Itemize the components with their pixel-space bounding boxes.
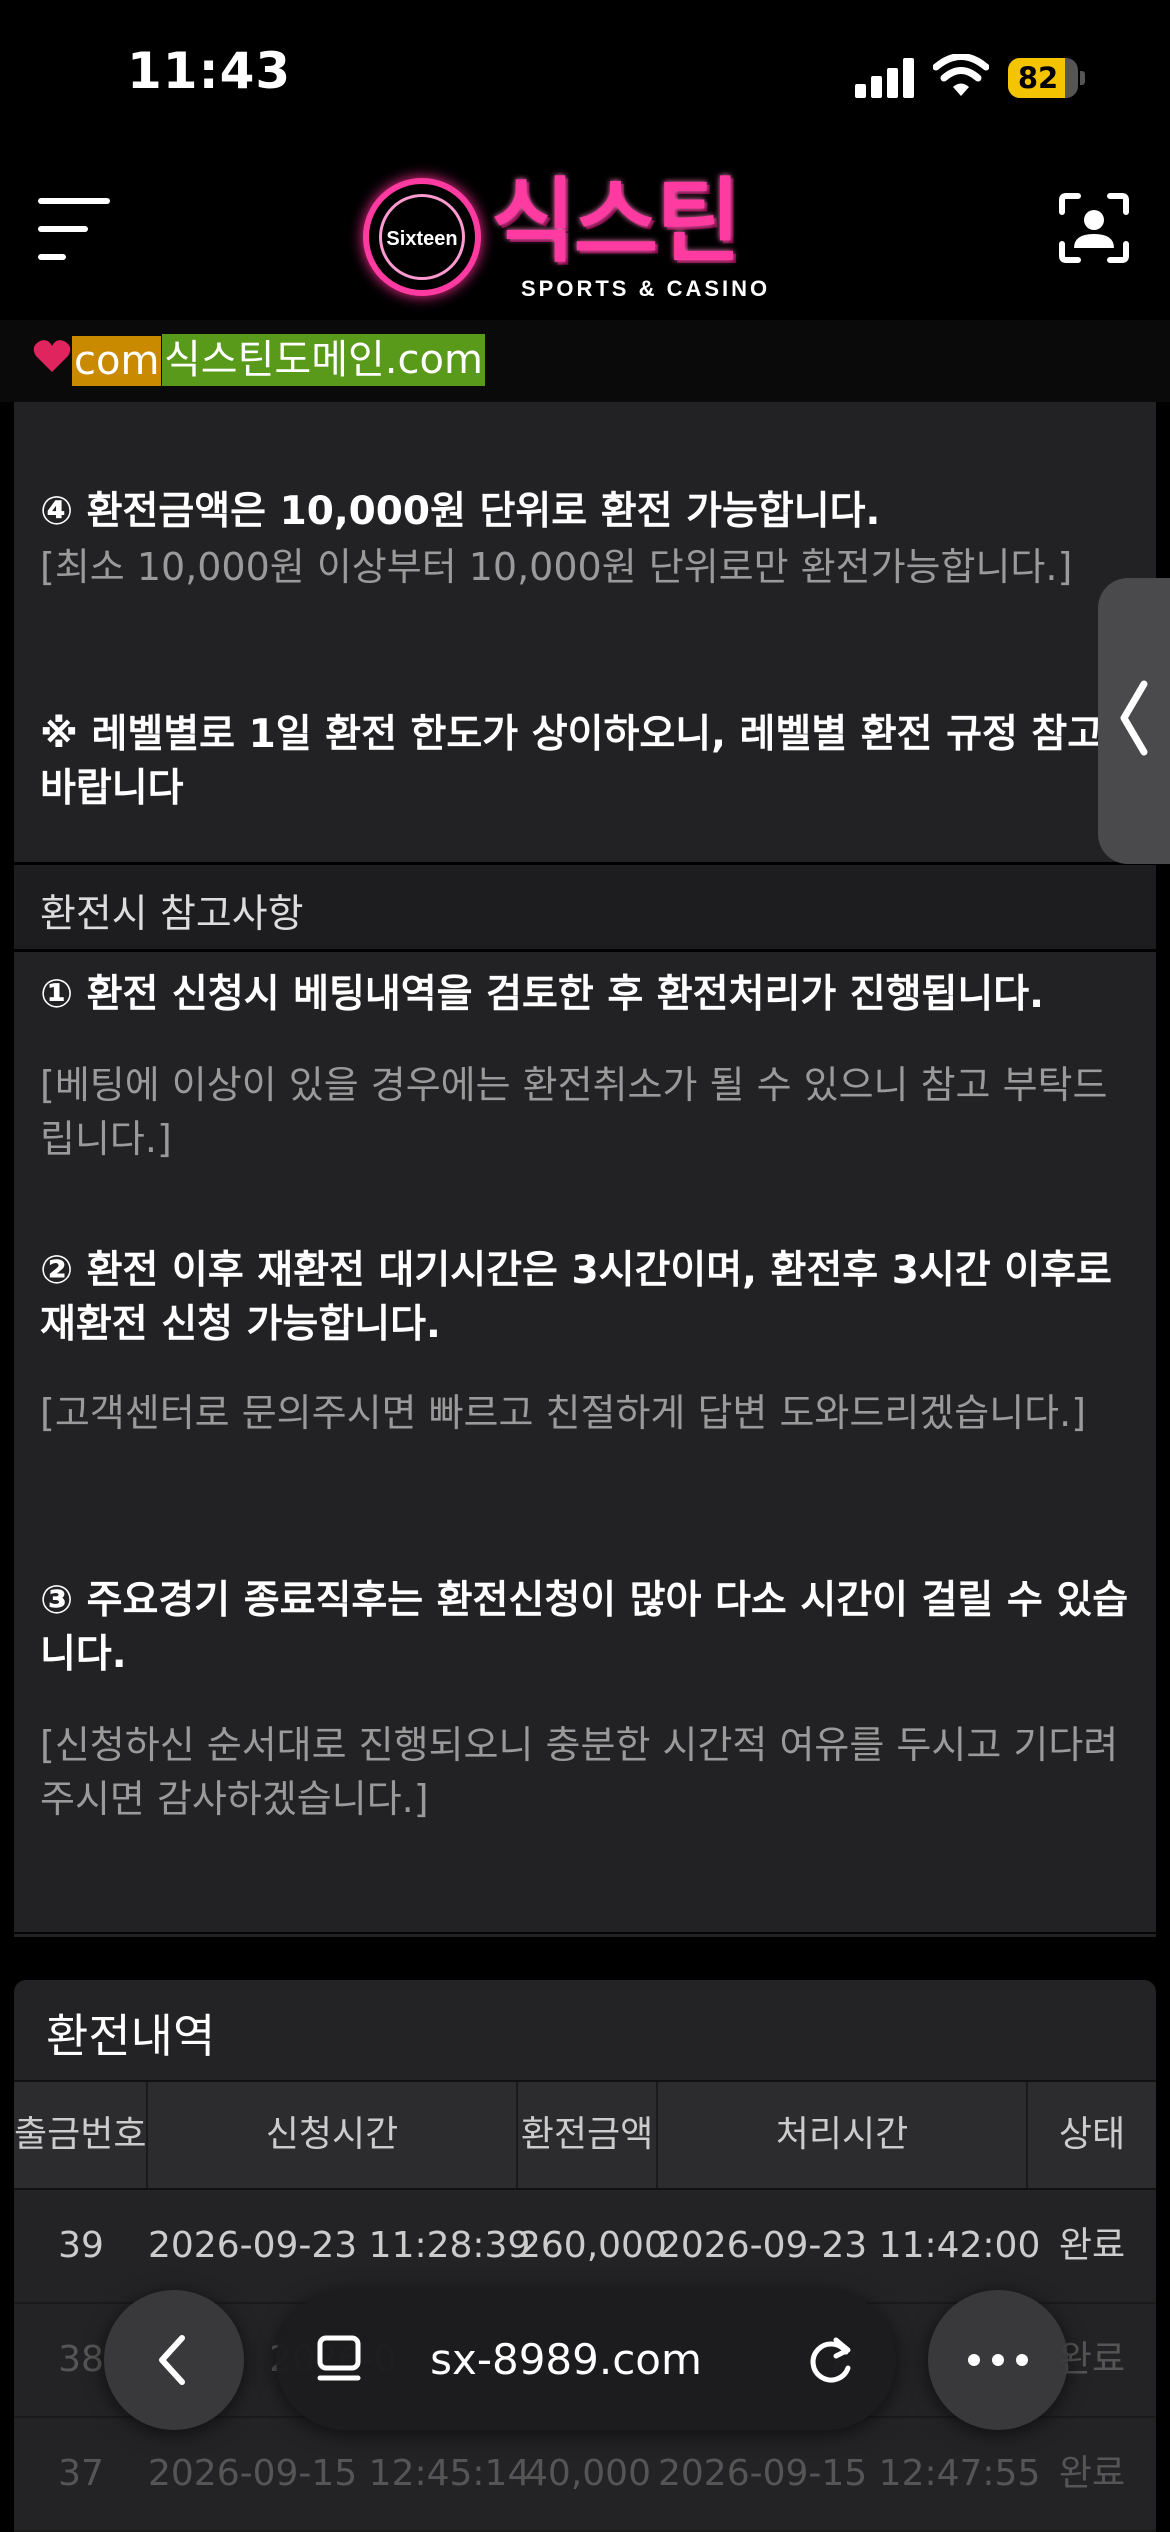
column-header: 신청시간	[148, 2082, 518, 2188]
note-item-2: ② 환전 이후 재환전 대기시간은 3시간이며, 환전후 3시간 이후로 재환전…	[40, 1248, 1112, 1347]
cell-processed: 2026-09-15 12:47:55	[658, 2453, 1041, 2494]
column-header: 처리시간	[658, 2082, 1028, 2188]
reload-icon[interactable]	[806, 2332, 858, 2388]
column-header: 출금번호	[14, 2082, 148, 2188]
tabs-icon[interactable]	[316, 2334, 362, 2386]
status-bar: 11:43 82	[0, 0, 1170, 150]
side-drawer-tab[interactable]	[1098, 578, 1170, 864]
cellular-signal-icon	[855, 58, 915, 98]
column-header: 상태	[1058, 2114, 1126, 2155]
rule-4-text: ④ 환전금액은 10,000원 단위로 환전 가능합니다.	[40, 489, 881, 534]
withdrawal-history: 환전내역 출금번호 신청시간 환전금액 처리시간 상태 39 2026-09-2…	[14, 1980, 1156, 2532]
site-header: Sixteen 식스틴 SPORTS & CASINO	[0, 150, 1170, 320]
table-header: 출금번호 신청시간 환전금액 처리시간 상태	[14, 2080, 1156, 2190]
column-header: 환전금액	[518, 2082, 658, 2188]
address-bar[interactable]: sx-8989.com	[276, 2290, 896, 2430]
cell-amount: 40,000	[525, 2453, 651, 2494]
note-item-2-detail: [고객센터로 문의주시면 빠르고 친절하게 답변 도와드리겠습니다.]	[40, 1391, 1087, 1435]
cell-requested: 2026-09-15 12:45:14	[148, 2453, 531, 2494]
com-tag[interactable]: com	[72, 336, 162, 386]
rule-4-note: [최소 10,000원 이상부터 10,000원 단위로만 환전가능합니다.]	[40, 545, 1073, 589]
more-icon	[968, 2354, 1028, 2366]
back-button[interactable]	[104, 2290, 244, 2430]
section-title: 환전시 참고사항	[40, 892, 304, 937]
level-limit-notice: ※ 레벨별로 1일 환전 한도가 상이하오니, 레벨별 환전 규정 참고바랍니다	[40, 712, 1104, 811]
logo-subtitle: SPORTS & CASINO	[521, 276, 771, 301]
cell-requested: 2026-09-23 11:28:39	[148, 2225, 531, 2266]
withdrawal-info-panel: ④ 환전금액은 10,000원 단위로 환전 가능합니다. [최소 10,000…	[14, 402, 1156, 1937]
section-header: 환전시 참고사항	[14, 862, 1156, 952]
more-button[interactable]	[928, 2290, 1068, 2430]
battery-level: 82	[1017, 61, 1059, 95]
domain-link[interactable]: 식스틴도메인.com	[162, 334, 485, 386]
hamburger-icon[interactable]	[38, 198, 114, 264]
note-item-1-detail: [베팅에 이상이 있을 경우에는 환전취소가 될 수 있으니 참고 부탁드립니다…	[40, 1063, 1108, 1161]
chevron-left-icon	[1120, 680, 1148, 756]
note-item-1: ① 환전 신청시 베팅내역을 검토한 후 환전처리가 진행됩니다.	[40, 972, 1045, 1017]
chevron-left-icon	[159, 2335, 185, 2385]
heart-icon	[33, 340, 71, 372]
cell-number: 37	[58, 2453, 104, 2494]
cell-number: 39	[58, 2225, 104, 2266]
table-row: 39 2026-09-23 11:28:39 260,000 2026-09-2…	[14, 2190, 1156, 2304]
cell-processed: 2026-09-23 11:42:00	[658, 2225, 1041, 2266]
table-row: 37 2026-09-15 12:45:14 40,000 2026-09-15…	[14, 2418, 1156, 2532]
note-item-3: ③ 주요경기 종료직후는 환전신청이 많아 다소 시간이 걸릴 수 있습니다.	[40, 1578, 1129, 1677]
cell-amount: 260,000	[518, 2225, 667, 2266]
url-text[interactable]: sx-8989.com	[376, 2290, 756, 2430]
note-item-3-detail: [신청하신 순서대로 진행되오니 충분한 시간적 여유를 두시고 기다려 주시면…	[40, 1723, 1119, 1821]
cell-status: 완료	[1058, 2225, 1126, 2266]
status-time: 11:43	[127, 42, 292, 100]
logo-en-text: Sixteen	[386, 228, 458, 250]
cell-status: 완료	[1058, 2453, 1126, 2494]
site-logo[interactable]: Sixteen 식스틴 SPORTS & CASINO	[363, 170, 803, 310]
history-title: 환전내역	[46, 2009, 216, 2063]
scan-user-icon[interactable]	[1058, 192, 1130, 264]
wifi-icon	[933, 54, 989, 96]
domain-bar: com 식스틴도메인.com	[0, 320, 1170, 402]
battery-indicator: 82	[1008, 58, 1085, 98]
logo-ko-text: 식스틴	[491, 168, 741, 275]
